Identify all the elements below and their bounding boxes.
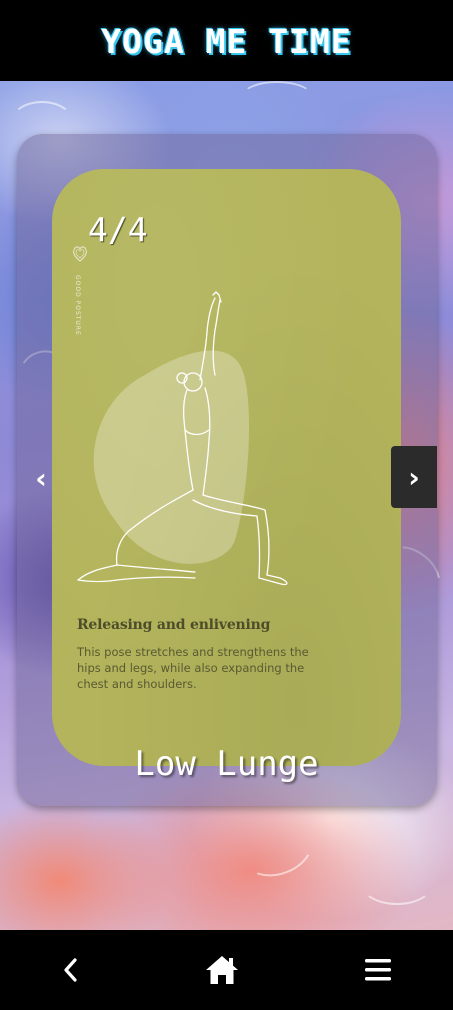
home-button[interactable] [197,948,247,992]
home-icon [206,956,238,984]
app-title: YOGA ME TIME [101,22,352,61]
back-chevron-icon [64,958,77,982]
decor-swirl [360,861,434,905]
back-button[interactable] [46,948,96,992]
decor-swirl [232,809,322,887]
next-slide-button[interactable]: › [391,446,437,508]
pose-heading: Releasing and enlivening [77,617,271,633]
decor-swirl [240,81,314,115]
hamburger-menu-icon [365,959,391,981]
menu-button[interactable] [353,948,403,992]
chevron-left-icon: ‹ [35,461,47,495]
bottom-navigation [0,930,453,1010]
previous-slide-button[interactable]: ‹ [24,450,58,506]
pose-description: This pose stretches and strengthens the … [77,645,309,691]
slide-counter: 4/4 [88,210,148,249]
chevron-right-icon: › [408,460,420,494]
low-lunge-illustration [77,291,288,586]
app-header: YOGA ME TIME [0,0,453,81]
pose-name: Low Lunge [134,744,319,784]
